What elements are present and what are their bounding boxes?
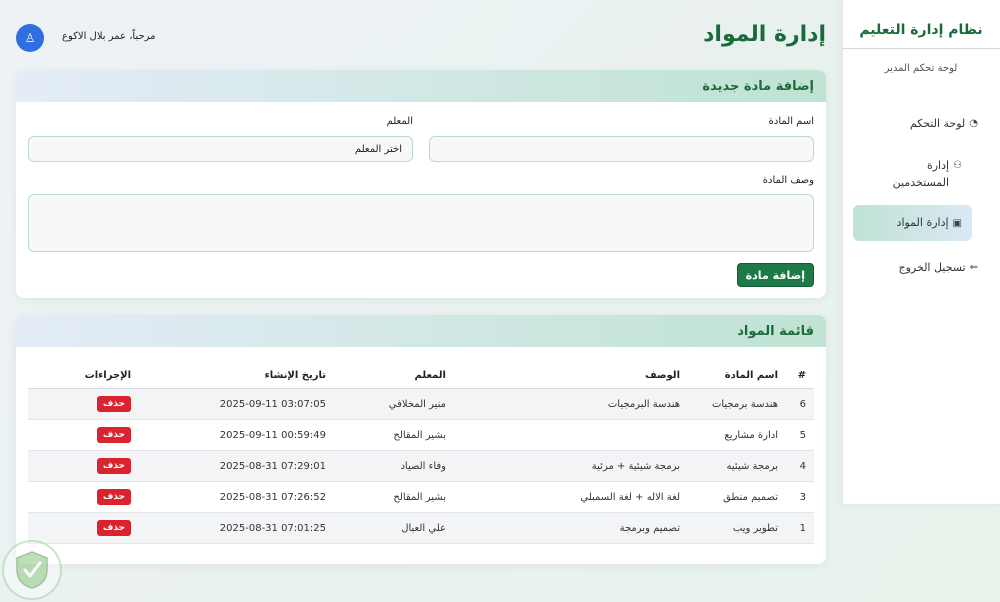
column-header-actions: الإجراءات xyxy=(28,363,139,389)
avatar[interactable]: ♙ xyxy=(16,24,44,52)
welcome-text: مرحباً، عمر بلال الاكوع xyxy=(62,31,156,42)
row-description: لغة الاله + لغة السمبلي xyxy=(454,481,688,513)
delete-button[interactable]: حذف xyxy=(96,396,131,412)
sidebar-item-label: لوحة التحكم xyxy=(909,117,966,130)
subject-name-input[interactable] xyxy=(429,136,814,162)
watermark-logo xyxy=(2,540,62,600)
sidebar-item-dashboard[interactable]: ◔ لوحة التحكم xyxy=(854,110,988,139)
row-date: 2025-08-31 07:29:01 xyxy=(139,450,334,482)
column-header-id: # xyxy=(786,363,814,389)
sidebar-item-label: إدارة المستخدمين xyxy=(892,159,950,189)
dashboard-icon: ◔ xyxy=(969,118,978,129)
teacher-label: المعلم xyxy=(386,116,413,127)
sidebar-item-label: إدارة المواد xyxy=(896,215,949,229)
column-header-teacher: المعلم xyxy=(334,363,454,389)
table-row: 6 هندسة برمجيات هندسة البرمجيات منير الم… xyxy=(28,388,814,420)
row-teacher: علي العبال xyxy=(334,512,454,544)
users-icon: ⚇ xyxy=(953,160,962,171)
row-teacher: بشير المقالح xyxy=(334,481,454,513)
sidebar-divider xyxy=(842,48,1000,49)
row-actions: حذف xyxy=(28,450,139,482)
logout-icon: ⇐ xyxy=(969,262,978,273)
column-header-name: اسم المادة xyxy=(688,363,786,389)
page-title: إدارة المواد xyxy=(703,22,826,47)
row-date: 2025-09-11 03:07:05 xyxy=(139,388,334,420)
row-name: هندسة برمجيات xyxy=(688,388,786,420)
add-subject-card: إضافة مادة جديدة اسم المادة المعلم اختر … xyxy=(16,70,826,298)
teacher-select-value: اختر المعلم xyxy=(354,143,402,155)
shield-icon xyxy=(16,551,48,589)
table-header-row: # اسم المادة الوصف المعلم تاريخ الإنشاء … xyxy=(28,363,814,389)
book-icon: ▣ xyxy=(952,217,962,229)
delete-button[interactable]: حذف xyxy=(96,489,131,505)
table-row: 1 تطوير ويب تصميم وبرمجة علي العبال 2025… xyxy=(28,512,814,544)
sidebar-item-users[interactable]: ⚇ إدارة المستخدمين xyxy=(862,152,972,197)
subject-description-input[interactable] xyxy=(28,194,814,252)
row-actions: حذف xyxy=(28,481,139,513)
row-teacher: وفاء الصياد xyxy=(334,450,454,482)
row-description: برمجة شيئية + مرئية xyxy=(454,450,688,482)
delete-button[interactable]: حذف xyxy=(96,458,131,474)
app-title: نظام إدارة التعليم xyxy=(859,22,983,38)
row-description xyxy=(454,419,688,451)
column-header-description: الوصف xyxy=(454,363,688,389)
teacher-select[interactable]: اختر المعلم xyxy=(28,136,413,162)
subject-description-label: وصف المادة xyxy=(762,175,814,186)
user-icon: ♙ xyxy=(24,31,36,45)
row-description: تصميم وبرمجة xyxy=(454,512,688,544)
row-actions: حذف xyxy=(28,512,139,544)
row-description: هندسة البرمجيات xyxy=(454,388,688,420)
row-date: 2025-09-11 00:59:49 xyxy=(139,419,334,451)
row-actions: حذف xyxy=(28,388,139,420)
sidebar-item-subjects[interactable]: ▣ إدارة المواد xyxy=(853,205,972,241)
subjects-list-card: قائمة المواد # اسم المادة الوصف المعلم ت… xyxy=(16,315,826,564)
delete-button[interactable]: حذف xyxy=(96,427,131,443)
add-subject-button[interactable]: إضافة مادة xyxy=(736,263,814,287)
row-id: 3 xyxy=(786,481,814,513)
row-teacher: منير المخلافي xyxy=(334,388,454,420)
column-header-date: تاريخ الإنشاء xyxy=(139,363,334,389)
subject-name-label: اسم المادة xyxy=(768,116,814,127)
row-id: 6 xyxy=(786,388,814,420)
table-row: 5 ادارة مشاريع بشير المقالح 2025-09-11 0… xyxy=(28,419,814,451)
row-id: 1 xyxy=(786,512,814,544)
add-subject-card-title: إضافة مادة جديدة xyxy=(16,70,826,102)
row-name: تطوير ويب xyxy=(688,512,786,544)
sidebar-item-label: تسجيل الخروج xyxy=(898,261,966,274)
delete-button[interactable]: حذف xyxy=(96,520,131,536)
row-name: برمجة شيئيه xyxy=(688,450,786,482)
sidebar-item-logout[interactable]: ⇐ تسجيل الخروج xyxy=(854,254,988,283)
row-id: 5 xyxy=(786,419,814,451)
subjects-list-title: قائمة المواد xyxy=(16,315,826,347)
subjects-table: # اسم المادة الوصف المعلم تاريخ الإنشاء … xyxy=(28,363,814,544)
sidebar-subtitle: لوحة تحكم المدير xyxy=(884,63,958,74)
sidebar: نظام إدارة التعليم لوحة تحكم المدير ◔ لو… xyxy=(842,0,1000,505)
row-teacher: بشير المقالح xyxy=(334,419,454,451)
table-row: 3 تصميم منطق لغة الاله + لغة السمبلي بشي… xyxy=(28,481,814,513)
row-date: 2025-08-31 07:01:25 xyxy=(139,512,334,544)
row-name: ادارة مشاريع xyxy=(688,419,786,451)
row-name: تصميم منطق xyxy=(688,481,786,513)
row-date: 2025-08-31 07:26:52 xyxy=(139,481,334,513)
row-actions: حذف xyxy=(28,419,139,451)
row-id: 4 xyxy=(786,450,814,482)
table-row: 4 برمجة شيئيه برمجة شيئية + مرئية وفاء ا… xyxy=(28,450,814,482)
